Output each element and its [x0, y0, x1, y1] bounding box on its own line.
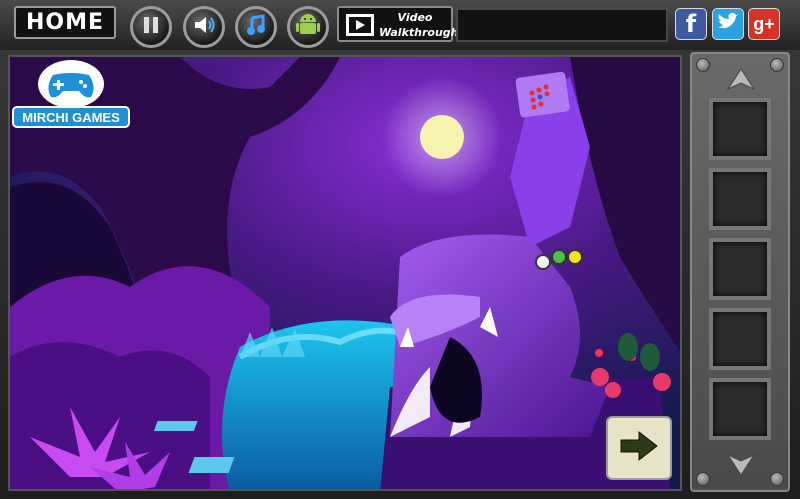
- bolt: [770, 58, 784, 72]
- moon: [420, 115, 464, 159]
- logo-text: MIRCHI GAMES: [12, 106, 130, 128]
- speaker-icon: [192, 14, 216, 41]
- film-icon: [345, 13, 375, 42]
- music-note-icon: [245, 13, 267, 41]
- bolt: [696, 472, 710, 486]
- gamepad-icon: [38, 60, 104, 108]
- home-button[interactable]: HOME: [14, 6, 116, 39]
- game-window: HOME Video Walkthrough f g+ MIRCHI GAMES: [0, 0, 800, 499]
- arrow-down-icon: [726, 453, 756, 482]
- inventory-slot-1[interactable]: [709, 98, 771, 160]
- inventory-slot-3[interactable]: [709, 238, 771, 300]
- google-plus-button[interactable]: g+: [748, 8, 780, 40]
- bolt: [770, 472, 784, 486]
- game-scene: MIRCHI GAMES: [8, 55, 682, 491]
- eye-white: [535, 254, 551, 270]
- top-toolbar: HOME Video Walkthrough f g+: [0, 0, 800, 50]
- inventory-down-button[interactable]: [720, 452, 762, 482]
- music-button[interactable]: [235, 6, 277, 48]
- video-label-line1: Video: [397, 11, 433, 24]
- pause-button[interactable]: [130, 6, 172, 48]
- video-walkthrough-button[interactable]: Video Walkthrough: [337, 6, 459, 42]
- bolt: [696, 58, 710, 72]
- inventory-slot-4[interactable]: [709, 308, 771, 370]
- arrow-up-icon: [726, 67, 756, 96]
- sound-button[interactable]: [183, 6, 225, 48]
- next-scene-button[interactable]: [606, 416, 672, 480]
- mirchi-games-logo[interactable]: MIRCHI GAMES: [12, 60, 130, 130]
- video-label-line2: Walkthrough: [379, 26, 459, 39]
- twitter-icon: [716, 12, 740, 37]
- eye-green: [551, 249, 567, 265]
- inventory-panel: [690, 52, 790, 492]
- google-plus-icon: g+: [753, 13, 775, 34]
- message-bar: [456, 8, 668, 42]
- android-button[interactable]: [287, 6, 329, 48]
- inventory-up-button[interactable]: [720, 66, 762, 96]
- pause-icon: [142, 15, 160, 40]
- eye-yellow: [567, 249, 583, 265]
- inventory-slot-2[interactable]: [709, 168, 771, 230]
- facebook-button[interactable]: f: [675, 8, 707, 40]
- android-icon: [296, 12, 320, 43]
- twitter-button[interactable]: [712, 8, 744, 40]
- inventory-slot-5[interactable]: [709, 378, 771, 440]
- arrow-right-icon: [619, 429, 659, 468]
- facebook-icon: f: [685, 10, 697, 38]
